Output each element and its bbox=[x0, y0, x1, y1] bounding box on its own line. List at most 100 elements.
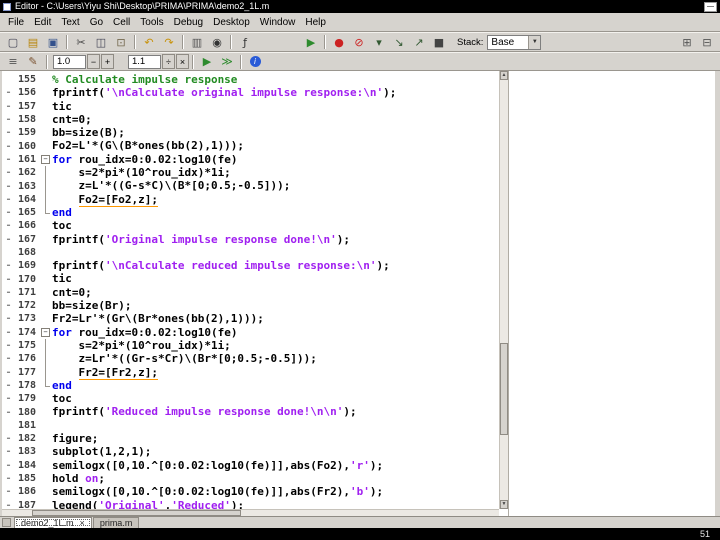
breakpoint-margin[interactable]: - bbox=[2, 407, 15, 418]
breakpoint-margin[interactable]: - bbox=[2, 486, 15, 497]
minimize-button[interactable]: — bbox=[704, 1, 717, 12]
breakpoint-margin[interactable]: - bbox=[2, 446, 15, 457]
code-text[interactable]: fprintf('\nCalculate reduced impulse res… bbox=[52, 259, 390, 272]
goto-function-button[interactable]: ƒ bbox=[236, 34, 254, 51]
evaluate-cell-advance-button[interactable]: ≫ bbox=[218, 53, 236, 70]
code-text[interactable]: toc bbox=[52, 219, 72, 232]
increment-button[interactable]: + bbox=[101, 54, 114, 69]
window-titlebar[interactable]: Editor - C:\Users\Yiyu Shi\Desktop\PRIMA… bbox=[0, 0, 720, 13]
save-button[interactable]: ▣ bbox=[44, 34, 62, 51]
code-text[interactable]: fprintf('Reduced impulse response done!\… bbox=[52, 405, 357, 418]
breakpoint-margin[interactable]: - bbox=[2, 101, 15, 112]
menu-item-tools[interactable]: Tools bbox=[135, 15, 168, 30]
code-text[interactable]: for rou_idx=0:0.02:log10(fe) bbox=[52, 153, 237, 166]
cut-button[interactable]: ✂ bbox=[72, 34, 90, 51]
paste-button[interactable]: ⊡ bbox=[112, 34, 130, 51]
cell-increment-value-input[interactable] bbox=[53, 54, 86, 69]
breakpoint-margin[interactable]: - bbox=[2, 181, 15, 192]
chevron-down-icon[interactable]: ▼ bbox=[528, 35, 541, 49]
breakpoint-margin[interactable]: - bbox=[2, 340, 15, 351]
exit-debug-button[interactable]: ■ bbox=[430, 34, 448, 51]
help-info-button[interactable]: i bbox=[246, 53, 264, 70]
code-text[interactable]: bb=size(Br); bbox=[52, 299, 131, 312]
code-text[interactable]: for rou_idx=0:0.02:log10(fe) bbox=[52, 326, 237, 339]
scroll-down-icon[interactable]: ▼ bbox=[500, 500, 508, 509]
code-text[interactable]: legend('Original','Reduced'); bbox=[52, 499, 244, 510]
redo-button[interactable]: ↷ bbox=[160, 34, 178, 51]
breakpoint-margin[interactable]: - bbox=[2, 473, 15, 484]
breakpoint-margin[interactable]: - bbox=[2, 114, 15, 125]
open-file-button[interactable]: ▤ bbox=[24, 34, 42, 51]
find-button[interactable]: ◉ bbox=[208, 34, 226, 51]
stack-selector[interactable]: Base ▼ bbox=[487, 34, 542, 50]
step-button[interactable]: ▾ bbox=[370, 34, 388, 51]
code-text[interactable]: end bbox=[52, 206, 72, 219]
code-text[interactable]: subplot(1,2,1); bbox=[52, 445, 151, 458]
step-out-button[interactable]: ↗ bbox=[410, 34, 428, 51]
menu-item-cell[interactable]: Cell bbox=[108, 15, 135, 30]
insert-cell-divider-button[interactable]: ≡ bbox=[4, 53, 22, 70]
horizontal-scrollbar[interactable] bbox=[2, 509, 499, 516]
breakpoint-margin[interactable]: - bbox=[2, 127, 15, 138]
fold-collapse-icon[interactable]: − bbox=[41, 327, 50, 337]
print-button[interactable]: ▥ bbox=[188, 34, 206, 51]
code-text[interactable]: z=L'*((G-s*C)\(B*[0;0.5;-0.5])); bbox=[52, 179, 290, 192]
vertical-scroll-thumb[interactable] bbox=[500, 342, 508, 435]
menu-item-help[interactable]: Help bbox=[300, 15, 331, 30]
cell-multiply-value-input[interactable] bbox=[128, 54, 161, 69]
code-text[interactable]: end bbox=[52, 379, 72, 392]
menu-item-window[interactable]: Window bbox=[255, 15, 301, 30]
divide-button[interactable]: ÷ bbox=[162, 54, 175, 69]
menu-item-edit[interactable]: Edit bbox=[29, 15, 56, 30]
new-file-button[interactable]: ▢ bbox=[4, 34, 22, 51]
scroll-up-icon[interactable]: ▲ bbox=[500, 71, 508, 80]
breakpoint-margin[interactable]: - bbox=[2, 194, 15, 205]
menu-item-file[interactable]: File bbox=[3, 15, 29, 30]
code-text[interactable]: tic bbox=[52, 272, 72, 285]
code-text[interactable]: Fr2=[Fr2,z]; bbox=[52, 365, 158, 380]
breakpoint-margin[interactable]: - bbox=[2, 367, 15, 378]
breakpoint-margin[interactable]: - bbox=[2, 220, 15, 231]
code-text[interactable]: bb=size(B); bbox=[52, 126, 125, 139]
code-text[interactable]: fprintf('Original impulse response done!… bbox=[52, 233, 350, 246]
code-text[interactable]: tic bbox=[52, 100, 72, 113]
breakpoint-margin[interactable]: - bbox=[2, 327, 15, 338]
copy-button[interactable]: ◫ bbox=[92, 34, 110, 51]
breakpoint-margin[interactable]: - bbox=[2, 353, 15, 364]
code-text[interactable]: % Calculate impulse response bbox=[52, 73, 237, 86]
clear-all-breakpoints-button[interactable]: ⊘ bbox=[350, 34, 368, 51]
breakpoint-margin[interactable]: - bbox=[2, 380, 15, 391]
horizontal-scroll-thumb[interactable] bbox=[31, 510, 241, 516]
breakpoint-margin[interactable]: - bbox=[2, 274, 15, 285]
document-bar-menu-button[interactable] bbox=[2, 517, 11, 527]
breakpoint-margin[interactable]: - bbox=[2, 393, 15, 404]
code-text[interactable]: z=Lr'*((Gr-s*Cr)\(Br*[0;0.5;-0.5])); bbox=[52, 352, 316, 365]
breakpoint-margin[interactable]: - bbox=[2, 460, 15, 471]
multiply-button[interactable]: × bbox=[176, 54, 189, 69]
decrement-button[interactable]: − bbox=[87, 54, 100, 69]
dock-button[interactable]: ⊞ bbox=[678, 34, 696, 51]
document-tab-prima-m[interactable]: prima.m bbox=[92, 517, 140, 528]
menu-item-debug[interactable]: Debug bbox=[169, 15, 208, 30]
breakpoint-margin[interactable]: - bbox=[2, 167, 15, 178]
breakpoint-margin[interactable]: - bbox=[2, 433, 15, 444]
edit-cell-button[interactable]: ✎ bbox=[24, 53, 42, 70]
set-clear-breakpoint-button[interactable]: ● bbox=[330, 34, 348, 51]
breakpoint-margin[interactable]: - bbox=[2, 313, 15, 324]
breakpoint-margin[interactable]: - bbox=[2, 300, 15, 311]
code-text[interactable]: cnt=0; bbox=[52, 113, 92, 126]
step-in-button[interactable]: ↘ bbox=[390, 34, 408, 51]
undo-button[interactable]: ↶ bbox=[140, 34, 158, 51]
breakpoint-margin[interactable]: - bbox=[2, 287, 15, 298]
vertical-scrollbar[interactable]: ▲ ▼ bbox=[499, 71, 508, 509]
code-viewport[interactable]: 155% Calculate impulse response -156 fprin… bbox=[2, 71, 499, 509]
breakpoint-margin[interactable]: - bbox=[2, 87, 15, 98]
code-text[interactable]: Fo2=L'*(G\(B*ones(bb(2),1))); bbox=[52, 139, 244, 152]
code-text[interactable]: figure; bbox=[52, 432, 98, 445]
breakpoint-margin[interactable]: - bbox=[2, 260, 15, 271]
code-text[interactable]: fprintf('\nCalculate original impulse re… bbox=[52, 86, 396, 99]
breakpoint-margin[interactable]: - bbox=[2, 207, 15, 218]
document-tab-demo2-1l-m[interactable]: demo2_1L.m × bbox=[14, 517, 92, 528]
close-tab-icon[interactable]: × bbox=[80, 518, 85, 528]
code-text[interactable]: s=2*pi*(10^rou_idx)*1i; bbox=[52, 339, 230, 352]
